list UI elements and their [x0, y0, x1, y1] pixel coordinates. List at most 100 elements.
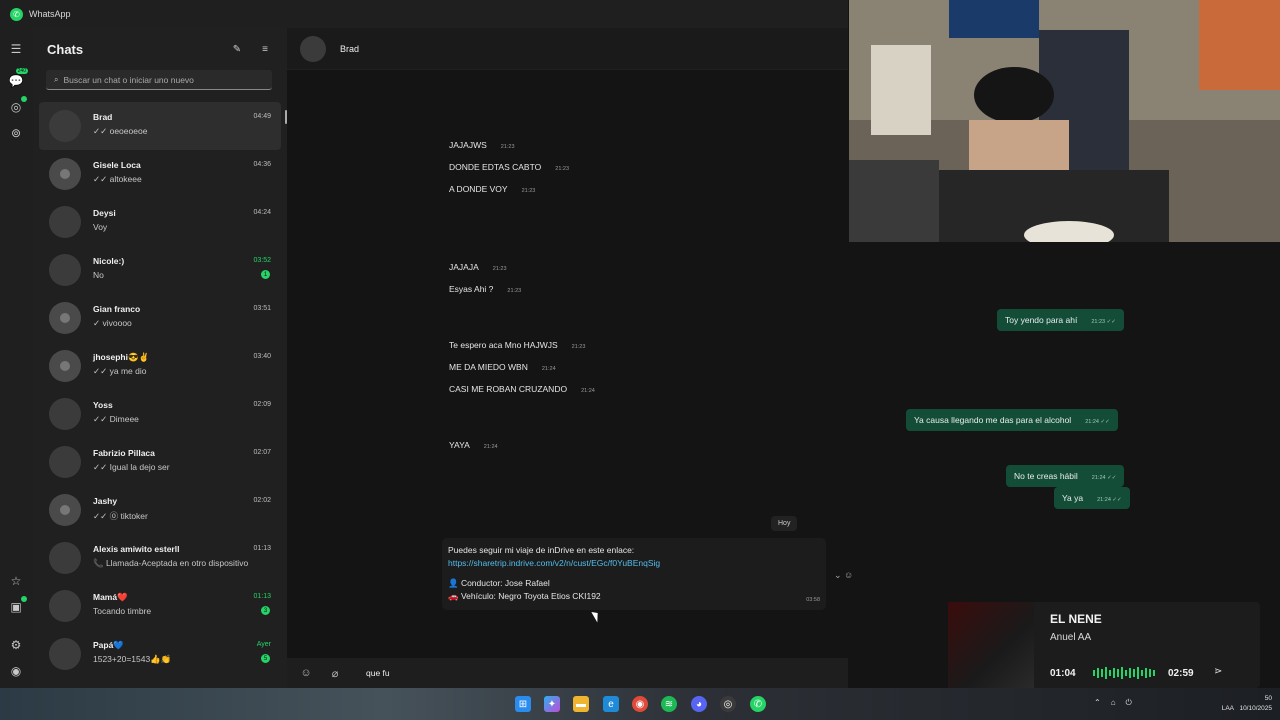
chat-row[interactable]: Nicole:) No 03:52 1 — [39, 246, 281, 294]
contact-avatar[interactable] — [300, 35, 326, 62]
nav-rail: ☰ 💬 240 ◎ ⊚ ☆ ▣ ⚙ ◉ — [0, 28, 33, 688]
chrome-icon[interactable]: ◉ — [632, 696, 648, 712]
chat-row[interactable]: Gian franco ✓ vivoooo 03:51 — [39, 294, 281, 342]
settings-icon[interactable]: ⚙ — [7, 636, 25, 654]
tray-date: 10/10/2025 — [1239, 705, 1272, 712]
chat-preview: No — [93, 270, 104, 280]
discord-icon[interactable]: ◕ — [691, 696, 707, 712]
unread-badge: 5 — [261, 654, 270, 663]
chat-preview: Voy — [93, 222, 108, 232]
avatar — [49, 446, 81, 478]
avatar — [49, 350, 81, 382]
chats-heading: Chats — [47, 41, 84, 57]
outgoing-message: Toy yendo para ahí 21:23 ✓✓ — [997, 309, 1124, 331]
message-text: Ya ya — [1062, 493, 1084, 503]
chat-time: 02:02 — [253, 497, 271, 504]
new-chat-icon[interactable]: ✎ — [229, 41, 245, 57]
communities-icon[interactable]: ⊚ — [7, 124, 25, 142]
album-art — [948, 602, 1034, 688]
chat-body: Gisele Loca ✓✓ altokeee 04:36 — [93, 158, 281, 190]
avatar — [49, 302, 81, 334]
outgoing-message: Ya causa llegando me das para el alcohol… — [906, 409, 1118, 431]
chat-name: Deysi — [93, 208, 116, 218]
menu-icon[interactable]: ☰ — [7, 40, 25, 58]
music-widget[interactable]: EL NENE Anuel AA 01:04 02:59 ⋗ — [948, 602, 1260, 693]
whatsapp-taskbar-icon[interactable]: ✆ — [750, 696, 766, 712]
chat-name: Papá💙 — [93, 640, 124, 650]
message-time: 03:58 — [806, 596, 820, 603]
tray-icons[interactable]: ⌃⌂⏻ — [1094, 698, 1142, 708]
chat-list-panel: Chats ✎ ≡ ⌕ Buscar un chat o iniciar uno… — [33, 28, 287, 688]
message-text: JAJAJA — [449, 262, 479, 272]
chat-body: Yoss ✓✓ Dimeee 02:09 — [93, 398, 281, 430]
chat-body: jhosephi😎✌️ ✓✓ ya me dio 03:40 — [93, 350, 281, 382]
chat-list: Brad ✓✓ oeoeoeoe 04:49 Gisele Loca ✓✓ altoke… — [39, 102, 287, 678]
conversation-header[interactable]: Brad — [287, 28, 848, 70]
trip-link[interactable]: https://sharetrip.indrive.com/v2/n/cust/… — [448, 558, 660, 568]
incoming-message: Esyas Ahi ? 21:23 — [449, 284, 521, 294]
chat-row[interactable]: Mamá❤️ Tocando timbre 01:13 3 — [39, 582, 281, 630]
link-intro: Puedes seguir mi viaje de inDrive en est… — [448, 545, 635, 555]
chat-body: Gian franco ✓ vivoooo 03:51 — [93, 302, 281, 334]
spotify-icon[interactable]: ≋ — [661, 696, 677, 712]
message-text: YAYA — [449, 440, 470, 450]
chat-row[interactable]: Brad ✓✓ oeoeoeoe 04:49 — [39, 102, 287, 150]
message-text: A DONDE VOY — [449, 184, 508, 194]
react-emoji-icon[interactable]: ⌄ ☺ — [834, 570, 853, 581]
webcam-overlay — [849, 0, 1280, 242]
obs-icon[interactable]: ◎ — [720, 696, 736, 712]
incoming-message: JAJAJA 21:23 — [449, 262, 507, 272]
chat-row[interactable]: jhosephi😎✌️ ✓✓ ya me dio 03:40 — [39, 342, 281, 390]
next-track-icon[interactable]: ⋗ — [1214, 666, 1222, 677]
chat-row[interactable]: Jashy ✓✓ ⓪ tiktoker 02:02 — [39, 486, 281, 534]
contact-name: Brad — [340, 43, 360, 54]
filter-icon[interactable]: ≡ — [257, 41, 273, 57]
song-title: EL NENE — [1050, 612, 1102, 626]
start-icon[interactable]: ⊞ — [515, 696, 531, 712]
message-time: 21:24 — [581, 388, 595, 394]
chat-row[interactable]: Yoss ✓✓ Dimeee 02:09 — [39, 390, 281, 438]
person-icon — [60, 169, 70, 179]
chats-icon[interactable]: 💬 240 — [7, 68, 28, 90]
chat-body: Jashy ✓✓ ⓪ tiktoker 02:02 — [93, 494, 281, 526]
profile-icon[interactable]: ◉ — [7, 662, 25, 680]
tray-lang[interactable]: LAA — [1222, 705, 1234, 712]
message-text: JAJAJWS — [449, 140, 487, 150]
emoji-icon[interactable]: ☺ — [299, 666, 313, 680]
vehicle-line: 🚗 Vehículo: Negro Toyota Etios CKI192 — [448, 590, 601, 601]
whatsapp-logo-icon: ✆ — [10, 7, 23, 21]
search-input[interactable]: ⌕ Buscar un chat o iniciar uno nuevo — [46, 70, 272, 90]
chat-row[interactable]: Papá💙 1523+20=1543👍👏 Ayer 5 — [39, 630, 281, 678]
copilot-icon[interactable]: ✦ — [544, 696, 560, 712]
archived-icon[interactable]: ▣ — [7, 596, 27, 616]
chat-row[interactable]: Deysi Voy 04:24 — [39, 198, 281, 246]
message-text: Esyas Ahi ? — [449, 284, 494, 294]
chat-time: 04:49 — [253, 113, 271, 120]
chat-name: Fabrizio Pillaca — [93, 448, 155, 458]
avatar — [49, 254, 81, 286]
chat-body: Fabrizio Pillaca ✓✓ Igual la dejo ser 02:0… — [93, 446, 281, 478]
file-explorer-icon[interactable]: ▬ — [573, 696, 589, 712]
chat-time: 04:36 — [253, 161, 271, 168]
chat-row[interactable]: Alexis amiwito esterll 📞 Llamada-Aceptada… — [39, 534, 281, 582]
status-icon[interactable]: ◎ — [7, 96, 27, 116]
day-separator: Hoy — [771, 516, 798, 531]
message-time: 21:23 — [571, 344, 586, 350]
message-time: 21:23 — [500, 144, 515, 150]
chat-time: 03:40 — [253, 353, 271, 360]
chat-preview: 📞 Llamada-Aceptada en otro dispositivo — [93, 558, 249, 568]
message-input[interactable]: que fu — [366, 668, 390, 678]
unread-badge: 1 — [261, 270, 270, 279]
chat-row[interactable]: Fabrizio Pillaca ✓✓ Igual la dejo ser 02:0… — [39, 438, 281, 486]
message-time: 21:24 — [483, 444, 498, 450]
edge-icon[interactable]: e — [603, 696, 619, 712]
chat-row[interactable]: Gisele Loca ✓✓ altokeee 04:36 — [39, 150, 281, 198]
waveform — [1093, 667, 1155, 679]
message-text: No te creas hábil — [1014, 471, 1078, 481]
attach-icon[interactable]: ⌀ — [328, 666, 342, 680]
chat-preview: ✓✓ altokeee — [93, 174, 142, 184]
chat-time: 03:52 — [253, 257, 271, 264]
starred-icon[interactable]: ☆ — [7, 572, 25, 590]
chat-preview: Tocando timbre — [93, 606, 152, 616]
chat-name: Gian franco — [93, 304, 141, 314]
